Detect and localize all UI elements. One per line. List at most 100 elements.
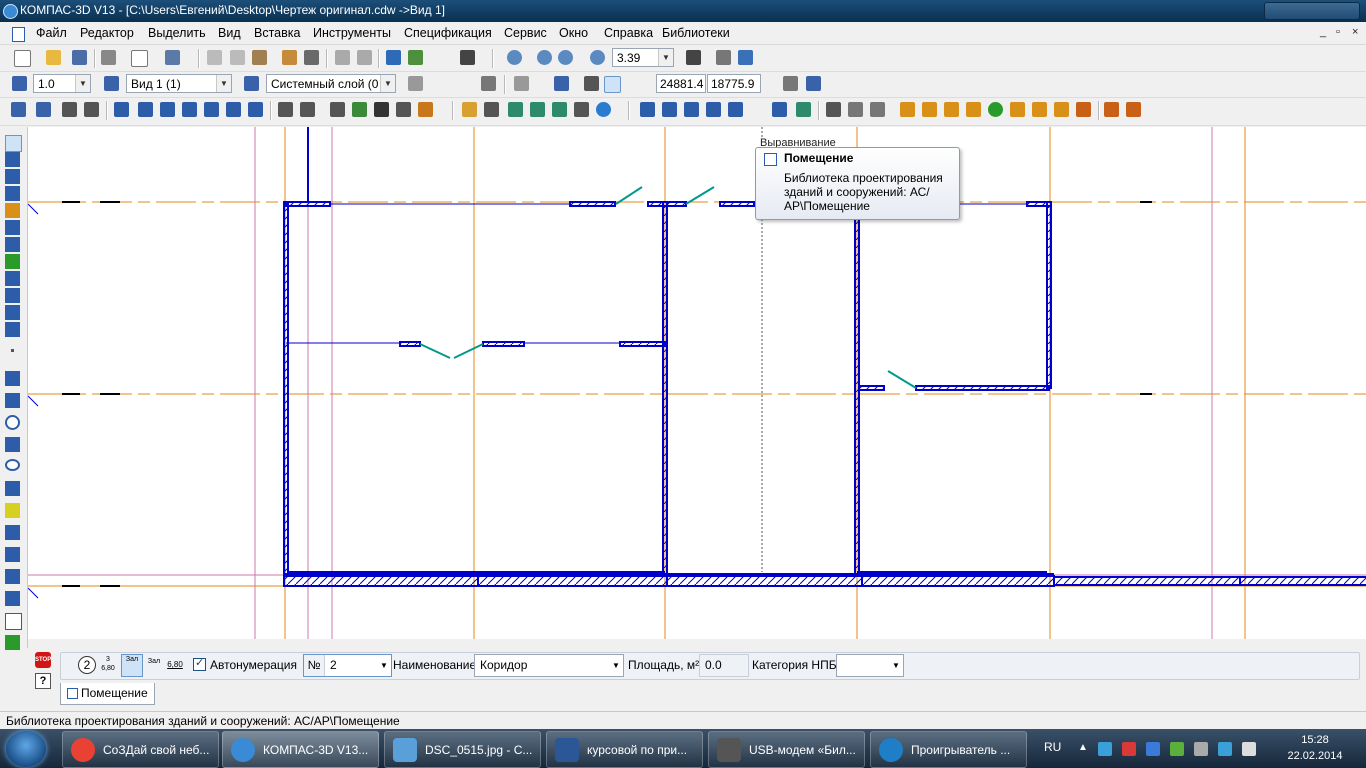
chamfer-icon[interactable]: [5, 591, 20, 606]
language-indicator[interactable]: RU: [1044, 740, 1061, 754]
parametrization-icon[interactable]: [5, 203, 20, 218]
menu-specification[interactable]: Спецификация: [404, 26, 492, 40]
mode-button-area-value[interactable]: 6,80: [165, 660, 185, 674]
menu-service[interactable]: Сервис: [504, 26, 547, 40]
paste-icon[interactable]: [252, 50, 267, 65]
reports-icon[interactable]: [5, 288, 20, 303]
elevator-icon[interactable]: [640, 102, 655, 117]
print-icon[interactable]: [101, 50, 116, 65]
contour-icon[interactable]: [5, 525, 20, 540]
chevron-down-icon[interactable]: ▼: [380, 75, 395, 92]
fragments-icon[interactable]: [5, 322, 20, 337]
shaft-icon[interactable]: [662, 102, 677, 117]
hatch-icon[interactable]: [5, 503, 20, 518]
mdi-minimize-button[interactable]: _: [1320, 26, 1326, 38]
rectangle-icon[interactable]: [5, 613, 22, 630]
layer-state-icon[interactable]: [244, 76, 259, 91]
task-modem[interactable]: USB-модем «Бил...: [708, 731, 865, 768]
drawing-canvas[interactable]: [28, 127, 1366, 639]
zoom-in-icon[interactable]: [537, 50, 552, 65]
zoom-combo[interactable]: 3.39 ▼: [612, 48, 674, 67]
associative-views-icon[interactable]: [5, 254, 20, 269]
sheet-list-icon[interactable]: [870, 102, 885, 117]
fixture-icon[interactable]: [944, 102, 959, 117]
section-mark-icon[interactable]: [826, 102, 841, 117]
task-chrome[interactable]: СоЗДай свой неб...: [62, 731, 219, 768]
show-all-icon[interactable]: [738, 50, 753, 65]
hammer-icon[interactable]: [484, 102, 499, 117]
ellipse-icon[interactable]: [5, 459, 20, 471]
copy-icon[interactable]: [230, 50, 245, 65]
object-edit-icon[interactable]: [552, 102, 567, 117]
explication-icon[interactable]: [796, 102, 811, 117]
help-pointer-icon[interactable]: [460, 50, 475, 65]
redo-icon[interactable]: [357, 50, 372, 65]
axis-line-icon[interactable]: [84, 102, 99, 117]
window-controls[interactable]: [1264, 2, 1360, 20]
zoom-window-icon[interactable]: [507, 50, 522, 65]
coord-y-field[interactable]: 18775.9: [707, 74, 761, 93]
refresh-icon[interactable]: [716, 50, 731, 65]
parameters-icon[interactable]: [783, 76, 798, 91]
measure-icon[interactable]: [5, 220, 20, 235]
geometry-tool-icon[interactable]: [11, 102, 26, 117]
geometry-panel-icon[interactable]: [5, 135, 22, 152]
spec-panel-icon[interactable]: [5, 271, 20, 286]
mode-button-hall-selected[interactable]: Зал: [121, 654, 143, 677]
object-settings-icon[interactable]: [530, 102, 545, 117]
fence-icon[interactable]: [1104, 102, 1119, 117]
undo-icon[interactable]: [335, 50, 350, 65]
tools-icon[interactable]: [574, 102, 589, 117]
step-cursor-icon[interactable]: [12, 76, 27, 91]
zone-icon[interactable]: [728, 102, 743, 117]
task-media-player[interactable]: Проигрыватель ...: [870, 731, 1027, 768]
chevron-down-icon[interactable]: ▼: [658, 49, 673, 66]
grid-icon[interactable]: [514, 76, 529, 91]
cut-line-icon[interactable]: [330, 102, 345, 117]
stair-icon[interactable]: [226, 102, 241, 117]
cloud-icon[interactable]: [1054, 102, 1069, 117]
mode-button-number[interactable]: 2: [78, 656, 96, 674]
car-icon[interactable]: [1032, 102, 1047, 117]
preview-icon[interactable]: [131, 50, 148, 67]
insertions-icon[interactable]: [5, 305, 20, 320]
person-icon[interactable]: [1010, 102, 1025, 117]
fill-icon[interactable]: [374, 102, 389, 117]
zoom-out-icon[interactable]: [558, 50, 573, 65]
sanitary-icon[interactable]: [684, 102, 699, 117]
antivirus-icon[interactable]: [1122, 742, 1136, 756]
menu-tools[interactable]: Инструменты: [313, 26, 391, 40]
layer-color-icon[interactable]: [408, 76, 423, 91]
room-list-icon[interactable]: [772, 102, 787, 117]
zoom-scale-icon[interactable]: [590, 50, 605, 65]
format-brush-icon[interactable]: [282, 50, 297, 65]
menu-window[interactable]: Окно: [559, 26, 588, 40]
point-icon[interactable]: [11, 349, 14, 352]
spec-icon[interactable]: [352, 102, 367, 117]
chevron-down-icon[interactable]: ▼: [889, 655, 903, 676]
door-icon[interactable]: [160, 102, 175, 117]
network-icon[interactable]: [1098, 742, 1112, 756]
menu-view[interactable]: Вид: [218, 26, 241, 40]
stop-icon[interactable]: STOP: [35, 652, 51, 668]
task-word[interactable]: курсовой по при...: [546, 731, 703, 768]
ortho-icon[interactable]: [584, 76, 599, 91]
segment-icon[interactable]: [5, 393, 20, 408]
start-button[interactable]: [6, 731, 46, 767]
mode-button-area[interactable]: 3 6,80: [99, 655, 117, 675]
marker-icon[interactable]: [248, 102, 263, 117]
paint-icon[interactable]: [1076, 102, 1091, 117]
menu-select[interactable]: Выделить: [148, 26, 206, 40]
edit-panel-icon[interactable]: [5, 186, 20, 201]
menu-editor[interactable]: Редактор: [80, 26, 134, 40]
manager-icon[interactable]: [165, 50, 180, 65]
round-icon[interactable]: [604, 76, 621, 93]
mdi-close-button[interactable]: ×: [1352, 26, 1358, 38]
dimensions-tool-icon[interactable]: [36, 102, 51, 117]
local-snap-icon[interactable]: [481, 76, 496, 91]
variables-icon[interactable]: [408, 50, 423, 65]
copy-geometry-icon[interactable]: [5, 635, 20, 650]
recalc-icon[interactable]: [806, 76, 821, 91]
tree-icon[interactable]: [988, 102, 1003, 117]
layer-combo[interactable]: Системный слой (0 ▼: [266, 74, 396, 93]
